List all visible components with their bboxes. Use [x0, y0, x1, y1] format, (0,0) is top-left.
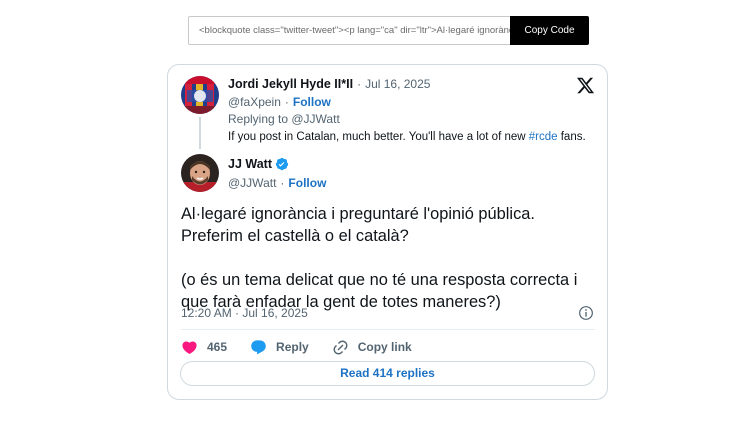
speech-bubble-icon — [250, 339, 276, 356]
parent-header: Jordi Jekyll Hyde II*II · Jul 16, 2025 — [228, 77, 430, 91]
parent-author-name[interactable]: Jordi Jekyll Hyde II*II — [228, 77, 353, 91]
copy-link-button[interactable]: Copy link — [332, 339, 412, 356]
replying-to[interactable]: Replying to @JJWatt — [228, 112, 340, 126]
reply-button[interactable]: Reply — [250, 339, 309, 356]
author-handle-separator: · — [280, 176, 285, 190]
tweet-paragraph-1: Al·legaré ignorància i preguntaré l'opin… — [181, 205, 535, 245]
author-header: JJ Watt — [228, 157, 289, 171]
hashtag-rcde[interactable]: #rcde — [529, 131, 558, 143]
tweet-timestamp[interactable]: 12:20 AM · Jul 16, 2025 — [181, 306, 308, 320]
thread-line — [199, 117, 201, 149]
like-button[interactable]: 465 — [181, 339, 227, 356]
parent-handle[interactable]: @faXpein — [228, 95, 281, 109]
author-handle[interactable]: @JJWatt — [228, 176, 276, 190]
author-avatar[interactable] — [181, 154, 219, 192]
actions-divider — [181, 329, 595, 330]
author-follow-link[interactable]: Follow — [288, 176, 326, 190]
parent-avatar[interactable] — [181, 76, 219, 114]
tweet-card: Jordi Jekyll Hyde II*II · Jul 16, 2025 @… — [167, 64, 608, 400]
embed-code-field[interactable]: <blockquote class="twitter-tweet"><p lan… — [188, 16, 510, 45]
author-handle-line: @JJWatt · Follow — [228, 176, 326, 190]
author-name[interactable]: JJ Watt — [228, 157, 272, 171]
parent-handle-line: @faXpein · Follow — [228, 95, 331, 109]
parent-follow-link[interactable]: Follow — [293, 95, 331, 109]
copy-code-button[interactable]: Copy Code — [510, 16, 589, 45]
parent-handle-separator: · — [284, 95, 289, 109]
read-replies-button[interactable]: Read 414 replies — [180, 361, 595, 386]
verified-badge-icon — [275, 157, 289, 171]
link-icon — [332, 339, 358, 356]
copy-link-label: Copy link — [357, 340, 412, 354]
parent-text-after: fans. — [557, 131, 586, 143]
parent-separator: · — [357, 77, 362, 91]
parent-date[interactable]: Jul 16, 2025 — [365, 77, 430, 91]
parent-tweet-text: If you post in Catalan, much better. You… — [228, 131, 586, 143]
x-logo-icon[interactable] — [576, 76, 595, 95]
like-count: 465 — [207, 340, 228, 354]
heart-icon — [181, 339, 207, 356]
tweet-actions: 465 Reply Copy link — [181, 337, 435, 357]
reply-label: Reply — [276, 340, 309, 354]
parent-text-before: If you post in Catalan, much better. You… — [228, 131, 529, 143]
info-icon[interactable] — [578, 305, 594, 321]
embed-code-bar: <blockquote class="twitter-tweet"><p lan… — [188, 16, 589, 45]
